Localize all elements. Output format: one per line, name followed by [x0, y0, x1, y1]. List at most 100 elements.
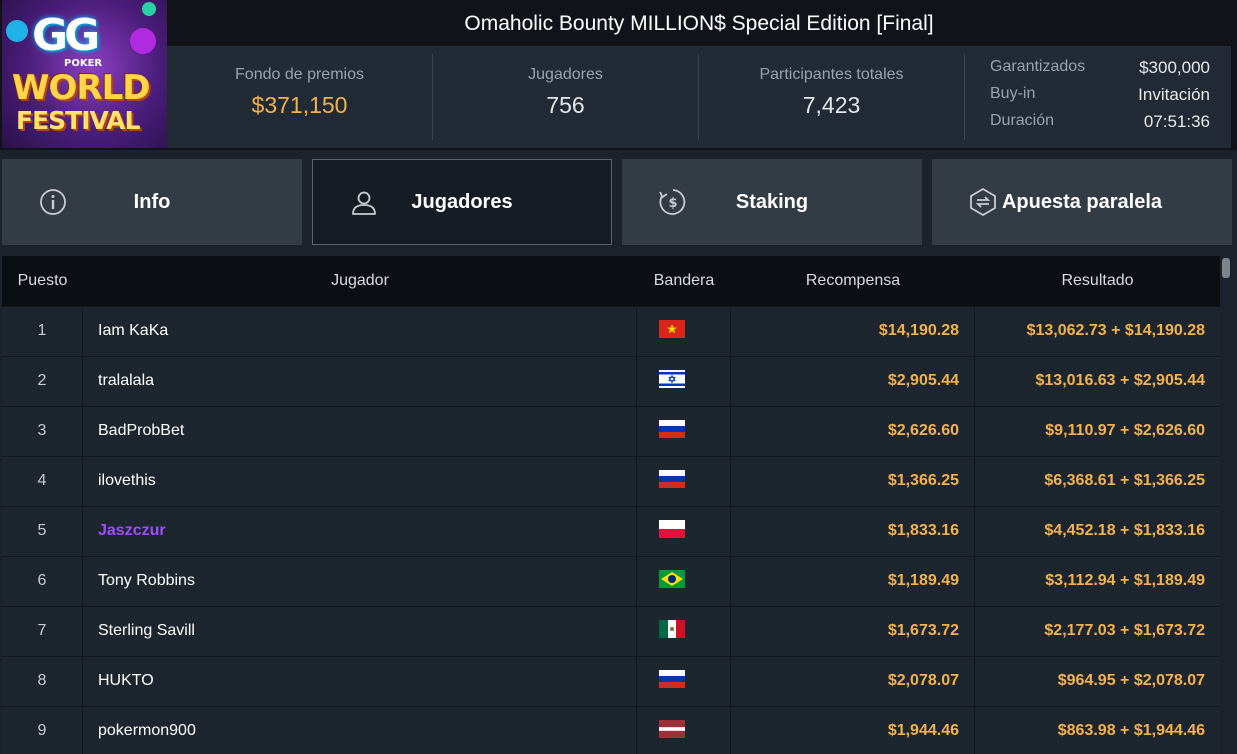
stat-value: 7,423 [802, 92, 861, 118]
cell-result: $4,452.18 + $1,833.16 [1044, 522, 1205, 539]
flag-russia-icon [658, 419, 685, 438]
cell-flag [637, 457, 731, 506]
table-row[interactable]: 6 Tony Robbins $1,189.49 $3,112.94 + $1,189… [2, 556, 1220, 606]
table-scrollbar[interactable] [1220, 256, 1232, 754]
stat-label: Participantes totales [759, 66, 904, 83]
flag-vietnam-icon [658, 319, 685, 338]
detail-key: Duración [990, 112, 1055, 129]
flag-israel-icon [658, 369, 685, 388]
cell-reward: $1,944.46 [731, 707, 975, 754]
detail-buyin: Buy-in Invitación [990, 85, 1210, 112]
flag-latvia-icon [658, 719, 685, 738]
tab-info[interactable]: Info [2, 159, 302, 245]
cell-player-name[interactable]: BadProbBet [83, 407, 637, 456]
cell-player-name[interactable]: Jaszczur [83, 507, 637, 556]
cell-flag [637, 657, 731, 706]
logo-world-text: WORLD [12, 68, 150, 108]
cell-flag [637, 507, 731, 556]
tab-players[interactable]: Jugadores [312, 159, 612, 245]
cell-position: 9 [2, 707, 83, 754]
table-row[interactable]: 3 BadProbBet $2,626.60 $9,110.97 + $2,626.6… [2, 406, 1220, 456]
cell-position: 6 [2, 557, 83, 606]
scrollbar-thumb[interactable] [1222, 258, 1230, 278]
cell-position: 7 [2, 607, 83, 656]
cell-result: $13,016.63 + $2,905.44 [1035, 372, 1206, 389]
cell-player-name[interactable]: ilovethis [83, 457, 637, 506]
cell-position: 2 [2, 357, 83, 406]
cell-reward: $1,189.49 [731, 557, 975, 606]
col-player[interactable]: Jugador [83, 256, 637, 306]
tournament-details: Garantizados $300,000 Buy-in Invitación … [990, 58, 1210, 139]
tournament-title: Omaholic Bounty MILLION$ Special Edition… [464, 12, 934, 35]
stat-total-entries: Participantes totales 7,423 [699, 46, 964, 148]
cell-flag [637, 407, 731, 456]
cell-reward: $2,626.60 [731, 407, 975, 456]
cell-flag [637, 607, 731, 656]
cell-position: 8 [2, 657, 83, 706]
detail-value: Invitación [1138, 85, 1210, 104]
logo-gg-text: GG [32, 10, 100, 61]
flag-russia-icon [658, 469, 685, 488]
cell-player-name[interactable]: Iam KaKa [83, 307, 637, 356]
stat-value: 756 [546, 92, 585, 118]
detail-key: Garantizados [990, 58, 1086, 75]
logo-decoration [142, 2, 156, 16]
cell-reward: $2,905.44 [731, 357, 975, 406]
table-row[interactable]: 8 HUKTO $2,078.07 $964.95 + $2,078.07 [2, 656, 1220, 706]
stat-value: $371,150 [251, 92, 348, 118]
info-icon [40, 189, 66, 215]
flag-mexico-icon [658, 619, 685, 638]
table-row[interactable]: 1 Iam KaKa $14,190.28 $13,062.73 + $14,190.… [2, 306, 1220, 356]
flag-russia-icon [658, 669, 685, 688]
detail-guaranteed: Garantizados $300,000 [990, 58, 1210, 85]
cell-flag [637, 307, 731, 356]
stat-divider [964, 54, 965, 140]
table-row[interactable]: 9 pokermon900 $1,944.46 $863.98 + $1,944.46 [2, 706, 1220, 754]
cell-result: $3,112.94 + $1,189.49 [1045, 572, 1205, 589]
detail-value: 07:51:36 [1143, 112, 1210, 131]
tournament-header: GG POKER WORLD FESTIVAL Omaholic Bounty … [0, 0, 1237, 150]
col-result[interactable]: Resultado [975, 256, 1220, 306]
stat-label: Fondo de premios [235, 66, 364, 83]
col-position[interactable]: Puesto [2, 256, 83, 306]
stat-label: Jugadores [528, 66, 603, 83]
col-reward[interactable]: Recompensa [731, 256, 975, 306]
cell-reward: $14,190.28 [731, 307, 975, 356]
cell-position: 5 [2, 507, 83, 556]
table-row[interactable]: 7 Sterling Savill $1,673.72 $2,177.03 + $1,… [2, 606, 1220, 656]
cell-player-name[interactable]: Tony Robbins [83, 557, 637, 606]
cell-player-name[interactable]: tralalala [83, 357, 637, 406]
cell-result: $13,062.73 + $14,190.28 [1026, 322, 1205, 339]
staking-dollar-icon: $ [659, 189, 686, 215]
cell-result: $964.95 + $2,078.07 [1057, 672, 1205, 689]
logo-decoration [6, 20, 28, 42]
tab-staking[interactable]: $ Staking [622, 159, 922, 245]
col-flag[interactable]: Bandera [637, 256, 731, 306]
cell-reward: $2,078.07 [731, 657, 975, 706]
tab-side-bet[interactable]: Apuesta paralela [932, 159, 1232, 245]
stat-players: Jugadores 756 [433, 46, 698, 148]
cell-result: $863.98 + $1,944.46 [1057, 722, 1205, 739]
cell-flag [637, 707, 731, 754]
flag-poland-icon [658, 519, 685, 538]
table-row[interactable]: 2 tralalala $2,905.44 $13,016.63 + $2,905.4… [2, 356, 1220, 406]
flag-brazil-icon [658, 569, 685, 588]
gg-world-festival-logo: GG POKER WORLD FESTIVAL [2, 0, 167, 148]
table-body: 1 Iam KaKa $14,190.28 $13,062.73 + $14,190.… [2, 306, 1220, 754]
cell-player-name[interactable]: Sterling Savill [83, 607, 637, 656]
cell-position: 4 [2, 457, 83, 506]
cell-result: $9,110.97 + $2,626.60 [1045, 422, 1205, 439]
table-header: Puesto Jugador Bandera Recompensa Result… [2, 256, 1220, 306]
cell-player-name[interactable]: HUKTO [83, 657, 637, 706]
players-table: Puesto Jugador Bandera Recompensa Result… [2, 256, 1220, 754]
cell-flag [637, 557, 731, 606]
table-row[interactable]: 5 Jaszczur $1,833.16 $4,452.18 + $1,833.16 [2, 506, 1220, 556]
detail-value: $300,000 [1139, 58, 1210, 77]
cell-reward: $1,366.25 [731, 457, 975, 506]
detail-key: Buy-in [990, 85, 1036, 102]
table-row[interactable]: 4 ilovethis $1,366.25 $6,368.61 + $1,366.25 [2, 456, 1220, 506]
logo-festival-text: FESTIVAL [16, 106, 140, 135]
cell-player-name[interactable]: pokermon900 [83, 707, 637, 754]
side-bet-icon [970, 187, 996, 217]
cell-reward: $1,833.16 [731, 507, 975, 556]
